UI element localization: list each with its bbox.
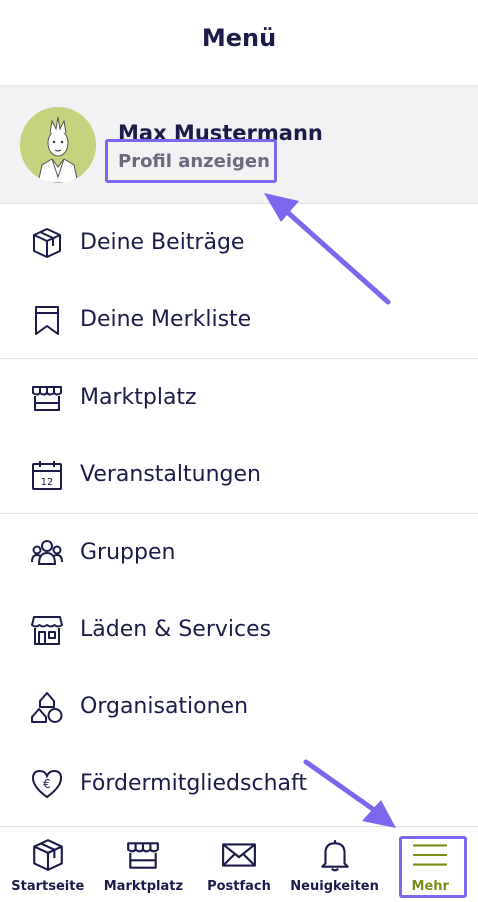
market-stall-icon bbox=[127, 842, 160, 869]
box-icon bbox=[30, 226, 64, 260]
avatar-image bbox=[20, 106, 96, 183]
euro-symbol: € bbox=[43, 777, 51, 791]
menu-item-laeden-services[interactable]: Läden & Services bbox=[0, 591, 478, 668]
tab-postfach[interactable]: Postfach bbox=[191, 827, 287, 902]
group-icon bbox=[30, 536, 64, 570]
menu-item-deine-merkliste[interactable]: Deine Merkliste bbox=[0, 281, 478, 358]
menu-item-label: Marktplatz bbox=[80, 385, 197, 410]
tab-label: Startseite bbox=[11, 879, 85, 894]
menu-item-label: Deine Beiträge bbox=[80, 230, 245, 255]
tab-label: Postfach bbox=[207, 879, 271, 894]
tab-label: Neuigkeiten bbox=[290, 879, 379, 894]
market-stall-icon bbox=[30, 381, 64, 415]
bell-icon bbox=[320, 840, 349, 872]
menu-item-organisationen[interactable]: Organisationen bbox=[0, 668, 478, 745]
heart-euro-icon: € bbox=[30, 767, 64, 801]
mail-icon bbox=[222, 843, 256, 867]
tab-mehr[interactable]: Mehr bbox=[382, 827, 478, 902]
tab-label: Mehr bbox=[411, 879, 449, 894]
avatar[interactable] bbox=[20, 106, 96, 183]
tab-marktplatz[interactable]: Marktplatz bbox=[96, 827, 192, 902]
tab-label: Marktplatz bbox=[103, 879, 184, 894]
menu-item-deine-beitraege[interactable]: Deine Beiträge bbox=[0, 204, 478, 281]
menu-item-marktplatz[interactable]: Marktplatz bbox=[0, 359, 478, 436]
menu-item-veranstaltungen[interactable]: 12 Veranstaltungen bbox=[0, 436, 478, 513]
menu-item-label: Veranstaltungen bbox=[80, 462, 261, 487]
profile-section[interactable]: Max Mustermann Profil anzeigen bbox=[0, 86, 478, 204]
menu-item-label: Läden & Services bbox=[80, 617, 272, 642]
menu-item-label: Gruppen bbox=[80, 540, 176, 565]
bookmark-icon bbox=[30, 303, 64, 337]
home-box-icon bbox=[32, 839, 63, 871]
menu-item-label: Fördermitgliedschaft bbox=[80, 771, 307, 796]
menu-item-gruppen[interactable]: Gruppen bbox=[0, 514, 478, 591]
tab-startseite[interactable]: Startseite bbox=[0, 827, 96, 902]
shapes-icon bbox=[30, 690, 64, 724]
page-title: Menü bbox=[201, 23, 277, 52]
tab-neuigkeiten[interactable]: Neuigkeiten bbox=[287, 827, 383, 902]
view-profile-link[interactable]: Profil anzeigen bbox=[118, 151, 323, 172]
bottom-navigation: Startseite Marktplatz Postfach Neuigkeit… bbox=[0, 826, 478, 902]
menu-item-label: Organisationen bbox=[80, 694, 249, 719]
menu-item-label: Deine Merkliste bbox=[80, 307, 252, 332]
profile-name: Max Mustermann bbox=[118, 121, 323, 145]
shop-icon bbox=[30, 613, 64, 647]
app-header: Menü bbox=[0, 0, 478, 86]
menu-item-foerdermitgliedschaft[interactable]: € Fördermitgliedschaft bbox=[0, 745, 478, 822]
calendar-icon: 12 bbox=[30, 458, 64, 492]
calendar-icon-text: 12 bbox=[41, 477, 54, 488]
hamburger-icon bbox=[413, 844, 448, 866]
